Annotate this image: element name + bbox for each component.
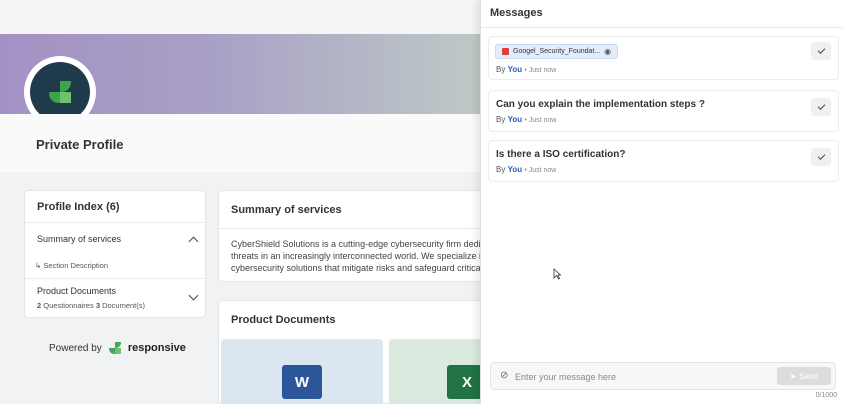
company-logo-icon [30, 62, 90, 122]
message-item: Can you explain the implementation steps… [488, 90, 839, 132]
profile-index-title: Profile Index (6) [25, 191, 205, 223]
divider [25, 278, 207, 279]
attachment-chip[interactable]: Googel_Security_Foundat... ◉ [495, 44, 619, 59]
document-tile-excel[interactable]: X [389, 339, 487, 403]
messages-title: Messages [490, 7, 543, 19]
document-tile-word[interactable]: W [221, 339, 383, 403]
summary-text: CyberShield Solutions is a cutting-edge … [231, 239, 481, 273]
documents-title: Product Documents [231, 314, 336, 326]
character-counter: 0/1000 [815, 392, 837, 399]
resolve-button[interactable] [811, 42, 831, 60]
send-button[interactable]: ➤ Send [777, 367, 831, 385]
attachment-name: Googel_Security_Foundat... [513, 48, 601, 55]
check-icon [817, 102, 825, 110]
index-item-label: Product Documents [37, 286, 117, 296]
summary-title: Summary of services [219, 191, 487, 229]
resolve-button[interactable] [811, 148, 831, 166]
index-item-product-documents[interactable]: Product Documents [37, 286, 116, 296]
word-icon: W [282, 365, 322, 399]
message-text: Can you explain the implementation steps… [496, 99, 705, 110]
index-item-summary[interactable]: Summary of services [37, 234, 121, 244]
message-byline: By You • Just now [496, 165, 557, 174]
check-icon [817, 152, 825, 160]
chevron-up-icon[interactable] [188, 236, 199, 247]
message-input[interactable]: ⊘ Enter your message here ➤ Send [490, 362, 836, 390]
message-input-placeholder: Enter your message here [515, 372, 617, 382]
message-text: Is there a ISO certification? [496, 149, 626, 160]
powered-by: Powered by responsive [49, 342, 186, 354]
chevron-down-icon[interactable] [188, 290, 199, 301]
responsive-logo-icon [108, 342, 121, 354]
eye-icon[interactable]: ◉ [604, 47, 611, 56]
resolve-button[interactable] [811, 98, 831, 116]
paperclip-icon[interactable]: ⊘ [500, 370, 508, 381]
message-byline: By You • Just now [496, 115, 557, 124]
documents-card: Product Documents W X [218, 300, 488, 404]
index-item-label: Summary of services [37, 234, 122, 244]
divider [481, 27, 843, 28]
send-icon: ➤ [789, 371, 797, 381]
pdf-icon [502, 48, 509, 55]
page-title: Private Profile [36, 137, 124, 152]
mouse-cursor-icon [553, 268, 561, 280]
message-byline: By You • Just now [496, 65, 557, 74]
summary-card: Summary of services CyberShield Solution… [218, 190, 488, 282]
index-subitem-section-description[interactable]: ↳ Section Description [35, 261, 108, 270]
messages-panel: Messages Googel_Security_Foundat... ◉ By… [480, 0, 843, 404]
index-item-meta: 2 Questionnaires 3 Document(s) [37, 301, 146, 310]
check-icon [817, 46, 825, 54]
message-item: Is there a ISO certification? By You • J… [488, 140, 839, 182]
brand-name: responsive [127, 342, 186, 354]
message-item: Googel_Security_Foundat... ◉ By You • Ju… [488, 36, 839, 80]
profile-index: Profile Index (6) Summary of services ↳ … [24, 190, 207, 318]
